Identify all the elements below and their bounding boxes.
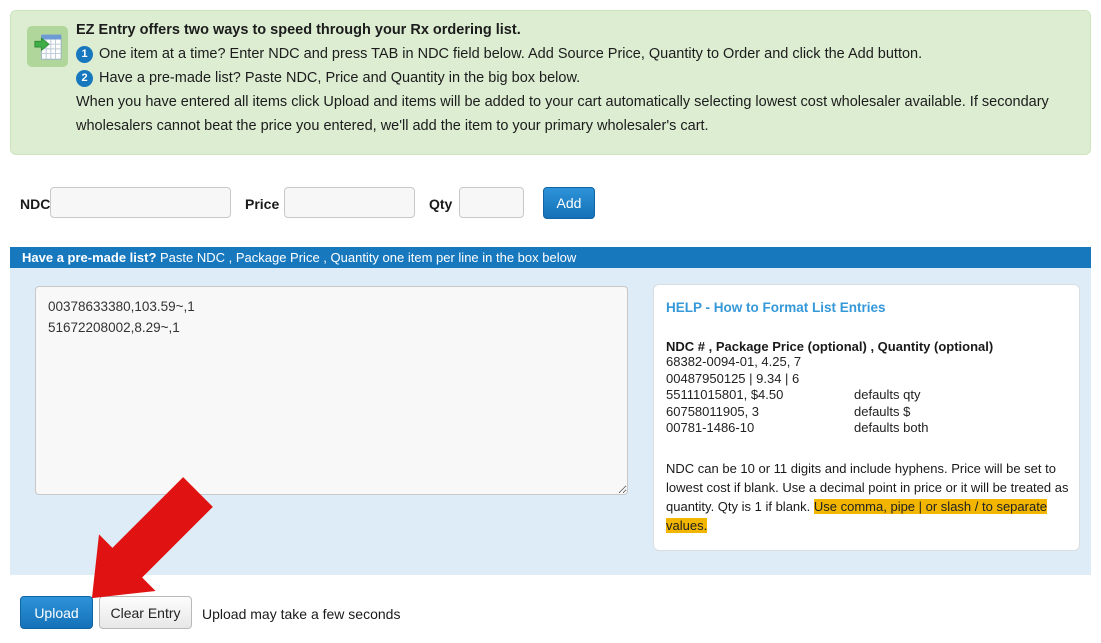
ndc-input[interactable]: [50, 187, 231, 218]
banner-title: EZ Entry offers two ways to speed throug…: [76, 18, 1078, 42]
banner-footer-line-2: wholesalers cannot beat the price you en…: [76, 114, 1078, 138]
example-note: defaults $: [854, 404, 910, 421]
help-title-link[interactable]: HELP - How to Format List Entries: [666, 300, 1067, 315]
example-entry: 00487950125 | 9.34 | 6: [666, 371, 854, 388]
help-format-heading: NDC # , Package Price (optional) , Quant…: [666, 339, 1067, 354]
add-button[interactable]: Add: [543, 187, 595, 219]
upload-button[interactable]: Upload: [20, 596, 93, 629]
help-example-row: 00487950125 | 9.34 | 6: [666, 371, 1067, 388]
help-example-row: 55111015801, $4.50 defaults qty: [666, 387, 1067, 404]
step-1-text: One item at a time? Enter NDC and press …: [99, 42, 922, 66]
step-2-text: Have a pre-made list? Paste NDC, Price a…: [99, 66, 580, 90]
step-2-badge: 2: [76, 70, 93, 87]
example-note: defaults both: [854, 420, 928, 437]
clear-entry-button[interactable]: Clear Entry: [99, 596, 192, 629]
example-entry: 55111015801, $4.50: [666, 387, 854, 404]
banner-text: EZ Entry offers two ways to speed throug…: [76, 18, 1078, 138]
paste-list-textarea[interactable]: 00378633380,103.59~,1 51672208002,8.29~,…: [35, 286, 628, 495]
ez-entry-page: EZ Entry offers two ways to speed throug…: [0, 0, 1101, 643]
example-note: defaults qty: [854, 387, 921, 404]
qty-label: Qty: [429, 196, 452, 212]
help-example-row: 68382-0094-01, 4.25, 7: [666, 354, 1067, 371]
upload-hint-text: Upload may take a few seconds: [202, 606, 400, 622]
help-note: NDC can be 10 or 11 digits and include h…: [666, 459, 1070, 535]
qty-input[interactable]: [459, 187, 524, 218]
help-example-row: 00781-1486-10 defaults both: [666, 420, 1067, 437]
info-banner: EZ Entry offers two ways to speed throug…: [10, 10, 1091, 155]
ndc-label: NDC: [20, 196, 50, 212]
premade-list-header-bold: Have a pre-made list?: [22, 250, 156, 265]
help-example-row: 60758011905, 3 defaults $: [666, 404, 1067, 421]
example-entry: 00781-1486-10: [666, 420, 854, 437]
premade-list-header-rest: Paste NDC , Package Price , Quantity one…: [156, 250, 576, 265]
price-label: Price: [245, 196, 279, 212]
premade-list-header: Have a pre-made list? Paste NDC , Packag…: [10, 247, 1091, 268]
banner-step-1: 1 One item at a time? Enter NDC and pres…: [76, 42, 1078, 66]
spreadsheet-icon: [27, 26, 68, 67]
list-panel: 00378633380,103.59~,1 51672208002,8.29~,…: [10, 268, 1091, 575]
example-entry: 68382-0094-01, 4.25, 7: [666, 354, 854, 371]
price-input[interactable]: [284, 187, 415, 218]
step-1-badge: 1: [76, 46, 93, 63]
banner-footer-line-1: When you have entered all items click Up…: [76, 90, 1078, 114]
help-panel: HELP - How to Format List Entries NDC # …: [653, 284, 1080, 551]
banner-step-2: 2 Have a pre-made list? Paste NDC, Price…: [76, 66, 1078, 90]
example-entry: 60758011905, 3: [666, 404, 854, 421]
